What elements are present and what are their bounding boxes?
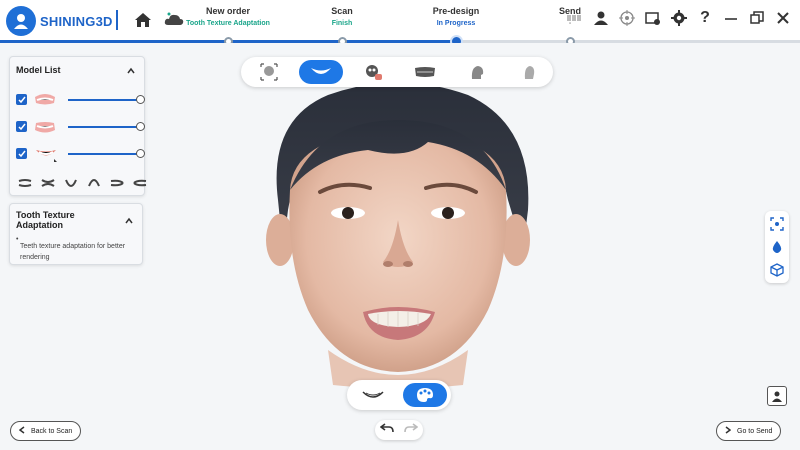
arch-flat-icon[interactable] [18, 175, 32, 193]
target-icon[interactable] [618, 9, 636, 27]
top-bar: SHINING3D New order Tooth Texture Adapta… [0, 0, 800, 42]
model-list-panel: Model List [9, 56, 147, 196]
model-row-smile [16, 147, 145, 162]
user-icon[interactable] [592, 9, 610, 27]
model-row-upper-jaw [16, 93, 145, 107]
render-toggle [347, 380, 451, 410]
back-to-scan-button[interactable]: Back to Scan [10, 421, 82, 441]
divider [116, 10, 118, 30]
step-scan[interactable]: Scan Finish [277, 6, 407, 27]
model-row-lower-jaw [16, 120, 145, 134]
battery-icon [566, 9, 584, 27]
model-checkbox[interactable] [16, 121, 27, 132]
view-toolbar [241, 57, 553, 87]
step-new-order[interactable]: New order Tooth Texture Adaptation [163, 6, 293, 27]
opacity-slider[interactable] [68, 126, 142, 128]
back-label: Back to Scan [31, 427, 73, 435]
chevron-left-icon [18, 426, 25, 436]
arch-lower-icon[interactable] [64, 175, 78, 193]
upper-jaw-icon [34, 93, 56, 112]
screen-capture-icon[interactable] [644, 9, 662, 27]
portrait-frame-icon[interactable] [767, 386, 787, 406]
arch-left-icon[interactable] [133, 175, 147, 193]
opacity-slider[interactable] [68, 153, 142, 155]
model-list-title: Model List [16, 65, 61, 75]
right-tool-panel [765, 211, 789, 283]
drop-color-icon[interactable] [768, 238, 786, 256]
home-icon[interactable] [133, 10, 153, 30]
undo-icon[interactable] [379, 421, 394, 439]
arch-open-icon[interactable] [41, 175, 55, 193]
texture-panel-title: Tooth Texture Adaptation [16, 210, 75, 230]
opacity-slider-knob[interactable] [136, 95, 145, 104]
go-to-send-button[interactable]: Go to Send [716, 421, 782, 441]
texture-panel-description: Teeth texture adaptation for better rend… [20, 243, 126, 261]
lower-jaw-icon [34, 120, 56, 139]
opacity-slider-knob[interactable] [136, 149, 145, 158]
face-scan-model[interactable] [248, 80, 548, 390]
next-label: Go to Send [737, 427, 773, 435]
step-pre-design[interactable]: Pre-design In Progress [391, 6, 521, 27]
logo-mark-icon [6, 6, 36, 36]
undo-redo-group [375, 420, 423, 440]
tooth-display-options [18, 175, 147, 193]
collapse-chevron-icon[interactable] [126, 63, 136, 81]
cube-icon[interactable] [768, 261, 786, 279]
brand-logo: SHINING3D [6, 5, 113, 37]
texture-adaptation-panel: Tooth Texture Adaptation • Teeth texture… [9, 203, 143, 265]
minimize-icon[interactable] [722, 9, 740, 27]
collapse-chevron-icon[interactable] [124, 213, 134, 231]
opacity-slider[interactable] [68, 99, 142, 101]
arch-upper-icon[interactable] [87, 175, 101, 193]
jaw-icon[interactable] [403, 60, 447, 84]
chevron-right-icon [725, 426, 732, 436]
window-toolbar: ? [566, 9, 792, 27]
lip-icon[interactable] [351, 383, 395, 407]
arch-right-icon[interactable] [110, 175, 124, 193]
smile-icon[interactable] [299, 60, 343, 84]
brand-name: SHINING3D [40, 13, 113, 29]
model-checkbox[interactable] [16, 94, 27, 105]
face-scan-icon[interactable] [247, 60, 291, 84]
close-icon[interactable] [774, 9, 792, 27]
gear-icon[interactable] [670, 9, 688, 27]
palette-icon[interactable] [403, 383, 447, 407]
focus-icon[interactable] [768, 215, 786, 233]
opacity-slider-knob[interactable] [136, 122, 145, 131]
redo-icon[interactable] [404, 421, 419, 439]
skull-icon[interactable] [351, 60, 395, 84]
head-profile-icon[interactable] [507, 60, 551, 84]
restore-icon[interactable] [748, 9, 766, 27]
head-side-icon[interactable] [455, 60, 499, 84]
smile-model-icon [34, 147, 58, 168]
help-icon[interactable]: ? [696, 9, 714, 27]
model-checkbox[interactable] [16, 148, 27, 159]
bullet-icon: • [16, 236, 19, 243]
